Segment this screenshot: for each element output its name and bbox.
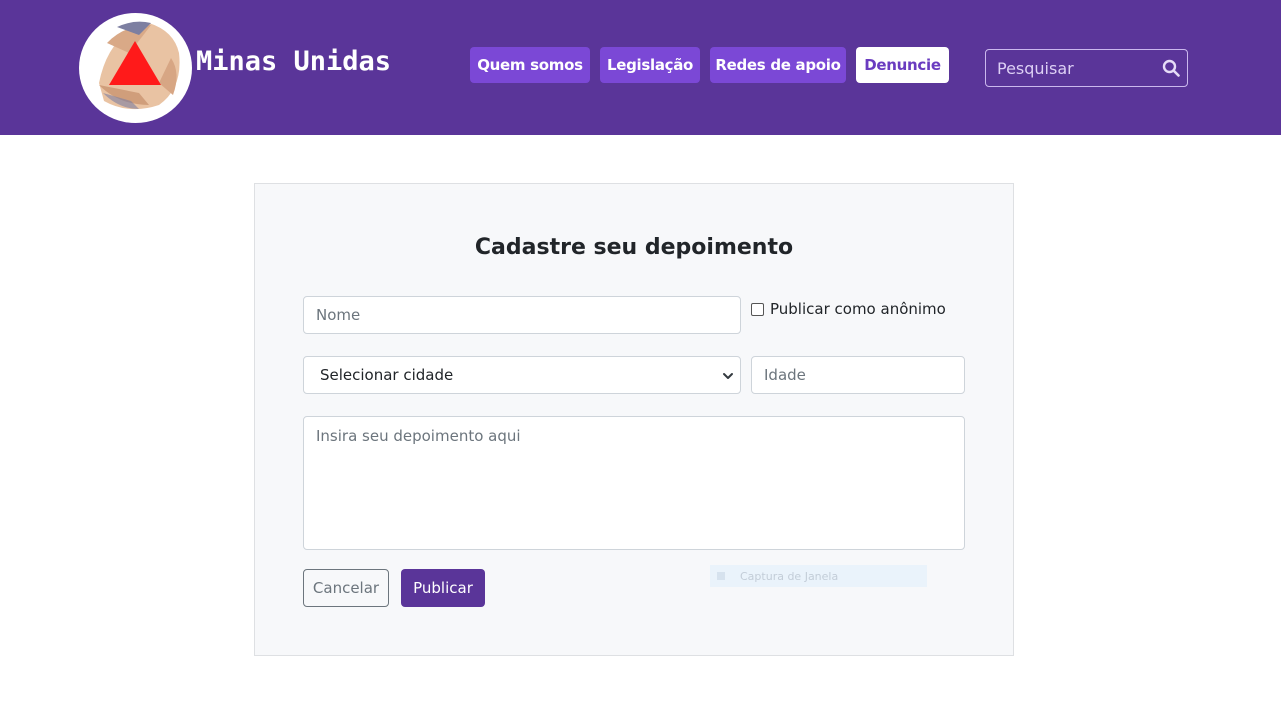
nav-redes-de-apoio-button[interactable]: Redes de apoio bbox=[710, 47, 846, 83]
idade-input[interactable] bbox=[751, 356, 965, 394]
brand-name[interactable]: Minas Unidas bbox=[196, 46, 391, 77]
capture-label: Captura de Janela bbox=[740, 569, 839, 583]
form-title: Cadastre seu depoimento bbox=[474, 235, 794, 260]
search-box bbox=[985, 49, 1188, 87]
nav-legislacao-button[interactable]: Legislação bbox=[600, 47, 700, 83]
chevron-down-icon bbox=[723, 373, 733, 379]
nav-denuncie-button[interactable]: Denuncie bbox=[856, 47, 949, 83]
anonimo-label-text: Publicar como anônimo bbox=[770, 300, 946, 318]
testimony-form-card: Cadastre seu depoimento Publicar como an… bbox=[254, 183, 1014, 656]
window-capture-overlay: Captura de Janela bbox=[710, 565, 927, 587]
capture-icon bbox=[717, 572, 725, 580]
minas-unidas-logo[interactable] bbox=[79, 13, 192, 123]
depoimento-textarea[interactable] bbox=[303, 416, 965, 550]
cidade-selected-value: Selecionar cidade bbox=[320, 366, 454, 384]
search-input[interactable] bbox=[986, 50, 1156, 86]
publish-button[interactable]: Publicar bbox=[401, 569, 485, 607]
top-header: Minas Unidas Quem somos Legislação Redes… bbox=[0, 0, 1281, 135]
nome-input[interactable] bbox=[303, 296, 741, 334]
anonimo-checkbox-label[interactable]: Publicar como anônimo bbox=[751, 300, 946, 318]
anonimo-checkbox[interactable] bbox=[751, 302, 764, 316]
search-icon[interactable] bbox=[1162, 59, 1180, 77]
nav-quem-somos-button[interactable]: Quem somos bbox=[470, 47, 590, 83]
cidade-select[interactable]: Selecionar cidade bbox=[303, 356, 741, 394]
cancel-button[interactable]: Cancelar bbox=[303, 569, 389, 607]
logo-hands-triangle-icon bbox=[81, 14, 190, 122]
